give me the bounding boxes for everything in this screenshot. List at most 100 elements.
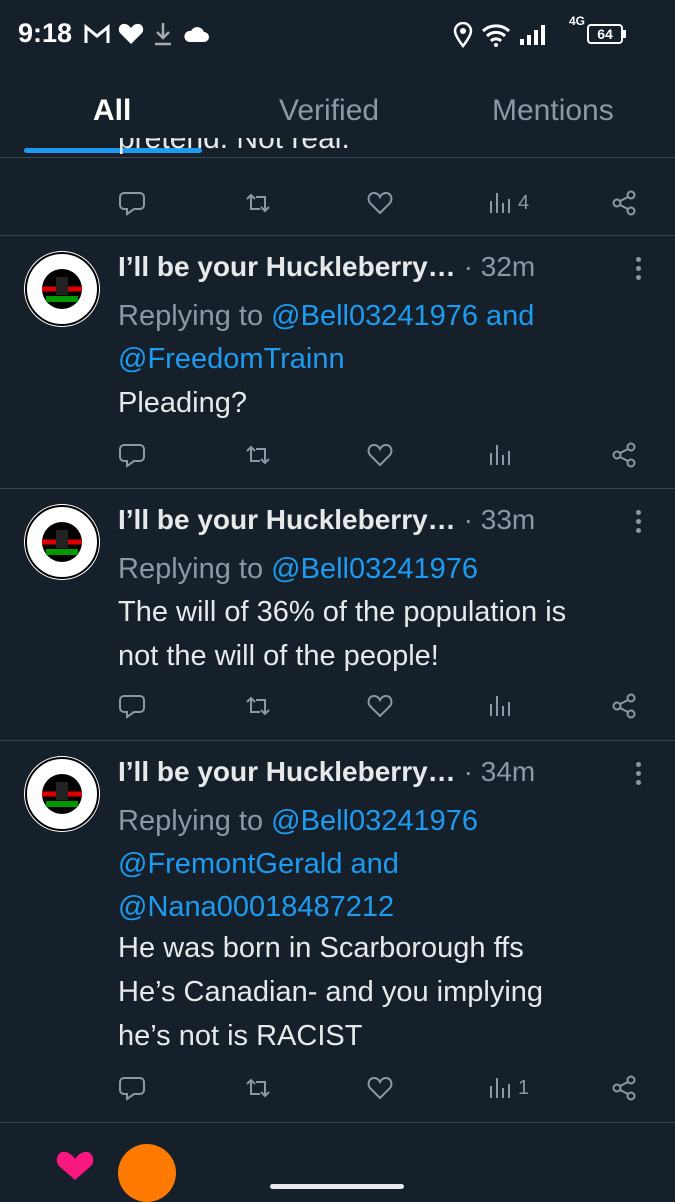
tweet-actions: 4 — [0, 183, 675, 223]
retweet-icon — [246, 193, 270, 213]
mention-link[interactable]: @Nana00018487212 — [118, 891, 394, 923]
download-icon — [155, 23, 171, 46]
avatar[interactable] — [24, 504, 100, 580]
divider — [0, 235, 675, 236]
like-button[interactable] — [366, 183, 394, 223]
notification-icons — [84, 18, 210, 50]
tweet-text: Pleading? — [118, 387, 247, 419]
reply-icon — [119, 1077, 145, 1101]
share-icon — [612, 442, 636, 468]
share-icon — [612, 693, 636, 719]
like-icon — [367, 443, 393, 467]
tweet-time: · 33m — [463, 504, 536, 535]
connectivity-icons — [453, 20, 545, 50]
reply-button[interactable] — [118, 435, 146, 475]
more-button[interactable] — [628, 762, 648, 792]
tweet-header: I’ll be your Huckleberry… · 33m — [118, 504, 535, 536]
status-bar: 9:18 4G 64 — [0, 0, 675, 70]
mention-link[interactable]: @FremontGerald — [118, 848, 342, 880]
battery-tip — [623, 30, 626, 38]
share-button[interactable] — [610, 435, 638, 475]
tab-all[interactable]: All — [93, 94, 131, 128]
gmail-icon — [84, 23, 110, 43]
location-icon — [453, 22, 473, 48]
more-button[interactable] — [628, 257, 648, 287]
clipped-tweet-text: pretend. Not real. — [118, 138, 350, 155]
reply-icon — [119, 192, 145, 216]
views-icon — [490, 193, 510, 213]
more-icon — [628, 762, 648, 785]
like-button[interactable] — [366, 435, 394, 475]
author-name[interactable]: I’ll be your Huckleberry… — [118, 756, 456, 788]
retweet-button[interactable] — [244, 1068, 272, 1108]
views-button[interactable]: 4 — [486, 183, 529, 223]
tweet-item[interactable]: I’ll be your Huckleberry… · 34m Replying… — [0, 742, 675, 1120]
reply-icon — [119, 695, 145, 719]
mention-link[interactable]: @Bell03241976 — [271, 300, 478, 332]
avatar[interactable] — [24, 756, 100, 832]
views-button[interactable]: 1 — [486, 1068, 529, 1108]
retweet-button[interactable] — [244, 435, 272, 475]
mention-link[interactable]: @FreedomTrainn — [118, 343, 345, 375]
reply-button[interactable] — [118, 1068, 146, 1108]
retweet-icon — [246, 696, 270, 716]
heart-icon — [56, 1151, 94, 1180]
tweet-actions: 1 — [0, 1068, 675, 1108]
views-icon — [490, 445, 510, 465]
tweet-text-line: He was born in Scarborough ffs — [118, 932, 524, 964]
share-button[interactable] — [610, 183, 638, 223]
author-name[interactable]: I’ll be your Huckleberry… — [118, 504, 456, 536]
avatar-logo-icon — [25, 252, 99, 326]
heart-icon — [118, 23, 144, 44]
views-icon — [490, 696, 510, 716]
share-icon — [612, 1075, 636, 1101]
wifi-icon — [481, 24, 511, 47]
more-button[interactable] — [628, 510, 648, 540]
tweet-time: · 34m — [463, 756, 536, 787]
retweet-button[interactable] — [244, 183, 272, 223]
like-button[interactable] — [366, 686, 394, 726]
mention-joiner: and — [350, 848, 399, 880]
battery-icon: 64 — [587, 24, 623, 44]
tweet-header: I’ll be your Huckleberry… · 34m — [118, 756, 535, 788]
tweet-text: The will of 36% of the population is not… — [118, 590, 648, 678]
avatar[interactable] — [118, 1144, 176, 1202]
share-icon — [612, 190, 636, 216]
like-button[interactable] — [366, 1068, 394, 1108]
author-name[interactable]: I’ll be your Huckleberry… — [118, 251, 456, 283]
replying-to: Replying to @Bell03241976 @FremontGerald… — [118, 800, 658, 929]
like-icon — [367, 1076, 393, 1100]
replying-prefix: Replying to — [118, 805, 264, 837]
like-icon — [367, 191, 393, 215]
like-icon — [367, 694, 393, 718]
divider — [0, 1122, 675, 1123]
tweet-text-line: not the will of the people! — [118, 640, 439, 672]
mention-link[interactable]: @Bell03241976 — [271, 553, 478, 585]
more-icon — [628, 257, 648, 280]
reply-button[interactable] — [118, 183, 146, 223]
divider — [0, 740, 675, 741]
mention-link[interactable]: @Bell03241976 — [271, 805, 478, 837]
tab-verified[interactable]: Verified — [279, 94, 379, 128]
tweet-time: · 32m — [463, 251, 536, 282]
tweet-item[interactable]: I’ll be your Huckleberry… · 32m Replying… — [0, 237, 675, 489]
retweet-icon — [246, 445, 270, 465]
tweet-item[interactable]: I’ll be your Huckleberry… · 33m Replying… — [0, 490, 675, 740]
tweet-text-line: he’s not is RACIST — [118, 1020, 363, 1052]
retweet-button[interactable] — [244, 686, 272, 726]
tweet-text: He was born in Scarborough ffs He’s Cana… — [118, 926, 648, 1058]
tweet-text-line: He’s Canadian- and you implying — [118, 976, 544, 1008]
reply-button[interactable] — [118, 686, 146, 726]
views-button[interactable] — [486, 435, 514, 475]
signal-icon — [520, 25, 545, 45]
share-button[interactable] — [610, 1068, 638, 1108]
replying-to: Replying to @Bell03241976 and @FreedomTr… — [118, 295, 658, 381]
tweet-actions — [0, 435, 675, 475]
avatar[interactable] — [24, 251, 100, 327]
retweet-icon — [246, 1078, 270, 1098]
divider — [0, 488, 675, 489]
share-button[interactable] — [610, 686, 638, 726]
views-button[interactable] — [486, 686, 514, 726]
home-indicator[interactable] — [270, 1184, 404, 1189]
tab-mentions[interactable]: Mentions — [492, 94, 614, 128]
